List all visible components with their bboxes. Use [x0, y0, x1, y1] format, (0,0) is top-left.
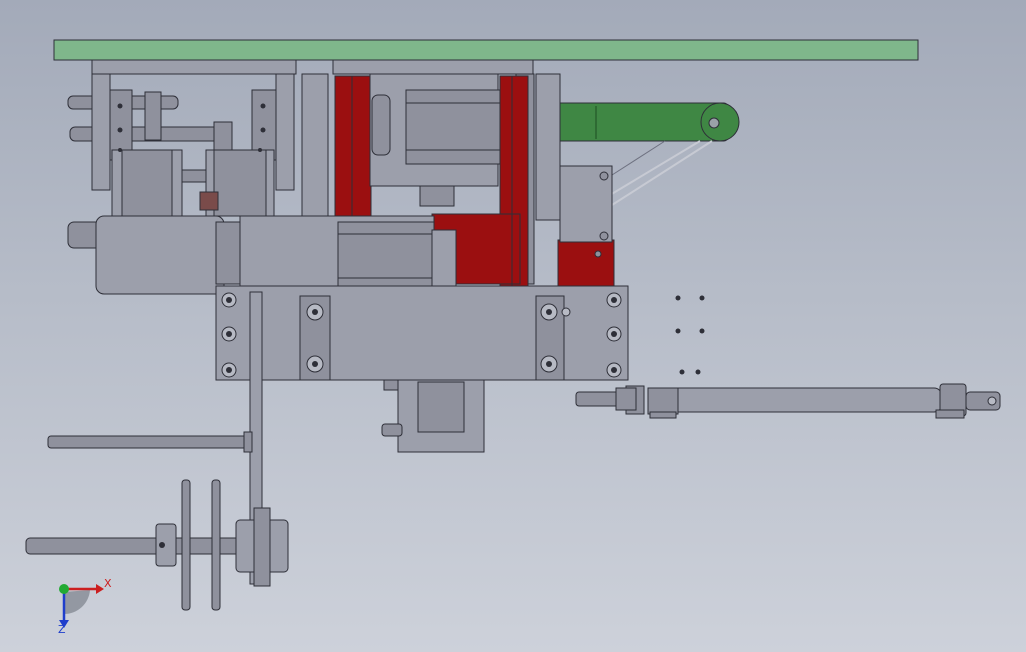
cad-assembly-drawing: X Z	[25, 39, 1001, 636]
servo-motor-upper	[369, 73, 501, 207]
main-base-block	[215, 285, 629, 381]
pneumatic-cylinder-right	[575, 383, 1001, 419]
top-mounting-plate	[53, 39, 919, 61]
axis-triad: X Z	[58, 577, 112, 636]
mounting-holes	[675, 295, 705, 375]
idler-rod	[47, 435, 251, 449]
axis-z-label: Z	[58, 623, 66, 636]
cylinder-motor-left	[67, 215, 243, 295]
lower-slide-actuator	[381, 379, 485, 453]
cad-viewport[interactable]: X Z	[0, 0, 1026, 652]
axis-x-label: X	[104, 577, 112, 590]
